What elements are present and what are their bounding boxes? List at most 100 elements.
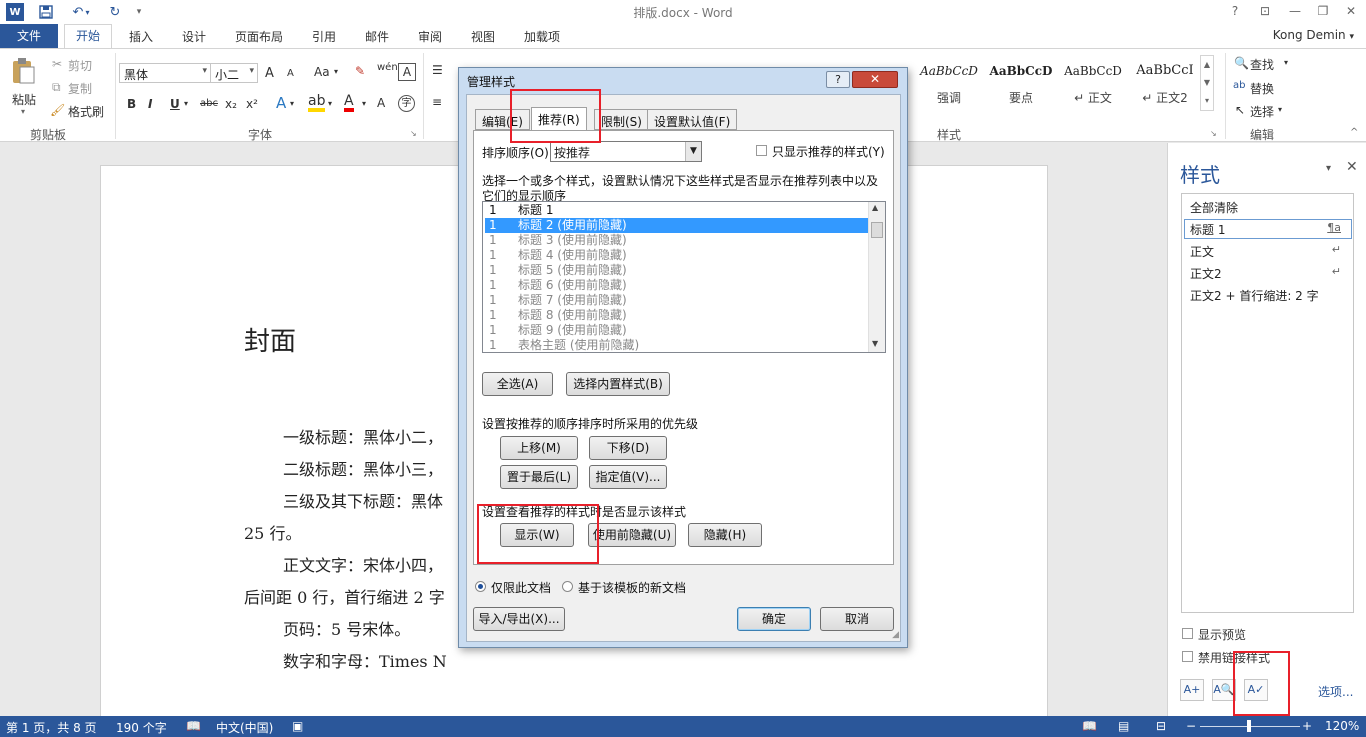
tab-view[interactable]: 视图	[471, 28, 495, 45]
select-builtin-button[interactable]: 选择内置样式(B)	[566, 372, 670, 396]
tab-restrict[interactable]: 限制(S)	[594, 109, 649, 130]
pane-options-icon[interactable]: ▾	[1326, 163, 1331, 174]
character-border-icon[interactable]: A	[398, 63, 416, 81]
proofing-icon[interactable]: 📖	[186, 719, 201, 733]
list-item[interactable]: 1 标题 5 (使用前隐藏)	[485, 263, 868, 278]
sort-order-select[interactable]: 按推荐 ▼	[550, 141, 702, 162]
italic-button[interactable]: I	[148, 97, 152, 111]
tab-insert[interactable]: 插入	[129, 28, 153, 45]
grow-font-button[interactable]: A	[265, 66, 274, 81]
copy-button[interactable]: 复制	[68, 80, 92, 97]
move-down-button[interactable]: 下移(D)	[589, 436, 667, 460]
subscript-button[interactable]: x₂	[225, 97, 237, 111]
doc-line[interactable]: 页码：5 号宋体。	[283, 616, 410, 640]
replace-button[interactable]: 替换	[1250, 80, 1274, 97]
macro-recording-icon[interactable]: ▣	[292, 719, 303, 733]
tab-review[interactable]: 审阅	[418, 28, 442, 45]
bullets-icon[interactable]: ☰	[432, 63, 443, 77]
zoom-in-icon[interactable]: +	[1302, 719, 1312, 733]
doc-line[interactable]: 正文文字：宋体小四，	[283, 552, 443, 576]
page-count[interactable]: 第 1 页，共 8 页	[6, 719, 97, 736]
tab-addins[interactable]: 加载项	[524, 28, 560, 45]
scroll-thumb[interactable]	[871, 222, 883, 238]
resize-grip-icon[interactable]: ◢	[892, 630, 899, 640]
style-normal2[interactable]: AaBbCcI ↵ 正文2	[1130, 59, 1200, 106]
help-button[interactable]: ?	[1224, 2, 1246, 20]
scroll-down-icon[interactable]: ▼	[872, 339, 878, 348]
list-scrollbar[interactable]: ▲ ▼	[868, 202, 885, 352]
tab-set-defaults[interactable]: 设置默认值(F)	[647, 109, 738, 130]
restore-button[interactable]: ❐	[1312, 2, 1334, 20]
character-shading-icon[interactable]: A	[377, 96, 385, 110]
print-layout-icon[interactable]: ▤	[1118, 719, 1129, 733]
word-count[interactable]: 190 个字	[116, 719, 167, 736]
new-style-icon[interactable]: A+	[1180, 679, 1204, 701]
list-item[interactable]: 1 标题 8 (使用前隐藏)	[485, 308, 868, 323]
tab-home[interactable]: 开始	[64, 24, 112, 49]
tab-references[interactable]: 引用	[312, 28, 336, 45]
list-item[interactable]: 1 标题 4 (使用前隐藏)	[485, 248, 868, 263]
find-button[interactable]: 查找	[1250, 56, 1274, 73]
paste-icon[interactable]	[10, 57, 36, 85]
tab-mailings[interactable]: 邮件	[365, 28, 389, 45]
font-size-combo[interactable]: 小二 ▾	[210, 63, 258, 83]
new-docs-template-radio[interactable]	[562, 581, 573, 592]
user-name[interactable]: Kong Demin ▾	[1273, 28, 1354, 42]
close-pane-icon[interactable]: ✕	[1346, 159, 1358, 175]
tab-edit[interactable]: 编辑(E)	[475, 109, 530, 130]
ok-button[interactable]: 确定	[737, 607, 811, 631]
bold-button[interactable]: B	[127, 97, 136, 111]
list-item-selected[interactable]: 1 标题 2 (使用前隐藏)	[485, 218, 868, 233]
tab-file[interactable]: 文件	[0, 24, 58, 48]
zoom-slider-thumb[interactable]	[1247, 720, 1251, 732]
select-button[interactable]: 选择	[1250, 103, 1274, 120]
import-export-button[interactable]: 导入/导出(X)...	[473, 607, 565, 631]
style-item-clear-all[interactable]: 全部清除	[1190, 199, 1238, 216]
doc-line[interactable]: 后间距 0 行，首行缩进 2 字	[244, 584, 445, 608]
scroll-up-icon[interactable]: ▲	[872, 203, 878, 212]
style-priority-list[interactable]: 1 标题 1 1 标题 2 (使用前隐藏) 1 标题 3 (使用前隐藏) 1 标题 4 …	[482, 201, 886, 353]
dialog-help-button[interactable]: ?	[826, 71, 850, 88]
change-case-button[interactable]: Aa	[314, 65, 330, 79]
close-window-button[interactable]: ✕	[1340, 2, 1362, 20]
style-inspector-icon[interactable]: A🔍	[1212, 679, 1236, 701]
select-all-button[interactable]: 全选(A)	[482, 372, 553, 396]
style-item-normal2-indent[interactable]: 正文2 + 首行缩进: 2 字	[1190, 287, 1320, 304]
list-item[interactable]: 1 标题 1	[485, 203, 868, 218]
language[interactable]: 中文(中国)	[216, 719, 273, 736]
show-button[interactable]: 显示(W)	[500, 523, 574, 547]
font-name-combo[interactable]: 黑体 ▾	[119, 63, 211, 83]
style-item-normal[interactable]: 正文	[1190, 243, 1214, 260]
paste-dropdown-icon[interactable]: ▾	[21, 107, 25, 116]
style-strong[interactable]: AaBbCcD 要点	[986, 59, 1056, 106]
underline-button[interactable]: U	[170, 97, 180, 111]
zoom-level[interactable]: 120%	[1325, 719, 1359, 733]
superscript-button[interactable]: x²	[246, 97, 258, 111]
list-item[interactable]: 1 标题 6 (使用前隐藏)	[485, 278, 868, 293]
doc-line[interactable]: 数字和字母：Times N	[283, 648, 447, 672]
list-item[interactable]: 1 表格主题 (使用前隐藏)	[485, 338, 868, 352]
cut-button[interactable]: 剪切	[68, 57, 92, 74]
doc-line[interactable]: 二级标题：黑体小三，	[283, 456, 443, 480]
show-preview-checkbox[interactable]	[1182, 628, 1193, 639]
text-effects-icon[interactable]: A	[276, 94, 286, 112]
list-item[interactable]: 1 标题 3 (使用前隐藏)	[485, 233, 868, 248]
read-mode-icon[interactable]: 📖	[1082, 719, 1097, 733]
doc-line[interactable]: 一级标题：黑体小二，	[283, 424, 443, 448]
ribbon-display-options-icon[interactable]: ⊡	[1254, 2, 1276, 20]
doc-line[interactable]: 三级及其下标题：黑体	[283, 488, 443, 512]
font-color-icon[interactable]: A	[344, 94, 354, 112]
move-up-button[interactable]: 上移(M)	[500, 436, 578, 460]
doc-line[interactable]: 25 行。	[244, 520, 301, 544]
style-item-normal2[interactable]: 正文2	[1190, 265, 1222, 282]
style-emphasis[interactable]: AaBbCcD 强调	[914, 59, 984, 106]
web-layout-icon[interactable]: ⊟	[1156, 719, 1166, 733]
hide-button[interactable]: 隐藏(H)	[688, 523, 762, 547]
only-this-document-radio[interactable]	[475, 581, 486, 592]
phonetic-guide-icon[interactable]: wén	[377, 62, 398, 73]
dialog-close-icon[interactable]: ✕	[852, 71, 898, 88]
manage-styles-icon[interactable]: A✓	[1244, 679, 1268, 701]
styles-gallery-scroll[interactable]: ▲ ▼ ▾	[1200, 55, 1214, 111]
font-dialog-launcher-icon[interactable]: ↘	[410, 129, 417, 138]
hide-until-used-button[interactable]: 使用前隐藏(U)	[588, 523, 676, 547]
